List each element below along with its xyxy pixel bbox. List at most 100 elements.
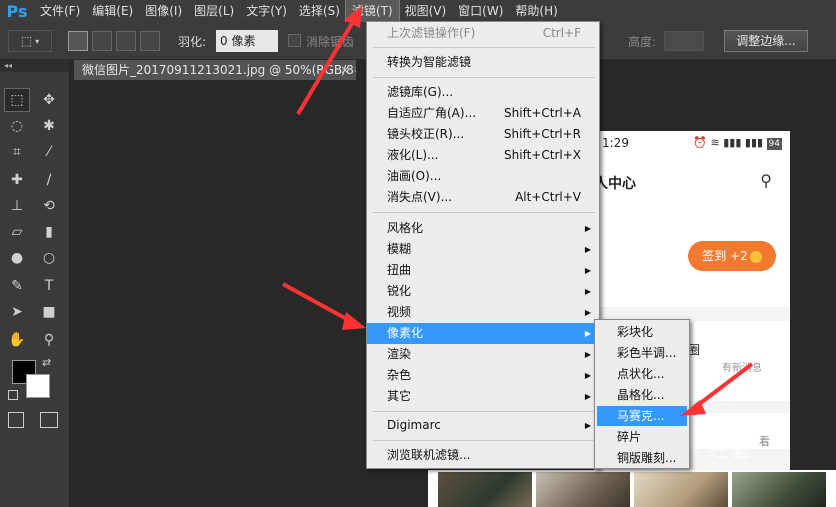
tool-preset-picker[interactable]: ⬚ ▾ [8,30,52,52]
menu-item-pixelate[interactable]: 像素化 ▶ [367,323,599,344]
menu-item-liquify[interactable]: 液化(L)... Shift+Ctrl+X [367,145,599,166]
submenu-arrow-icon: ▶ [584,371,591,380]
toolbox-collapse[interactable]: ◂◂ [0,60,69,72]
zoom-tool-icon[interactable]: ⚲ [36,328,62,352]
submenu-item-crystallize-block[interactable]: 彩块化 [597,322,687,342]
menu-item-vanishing-point[interactable]: 消失点(V)... Alt+Ctrl+V [367,187,599,208]
submenu-item-crystallize[interactable]: 晶格化... [597,385,687,405]
type-tool-icon[interactable]: T [36,274,62,298]
marquee-icon: ⬚ [20,34,33,48]
lasso-tool-icon[interactable]: ◌ [4,114,30,138]
hand-tool-icon[interactable]: ✋ [4,328,30,352]
photoshop-logo: Ps [6,1,28,21]
menu-item-last-filter[interactable]: 上次滤镜操作(F) Ctrl+F [367,23,599,44]
submenu-arrow-icon: ▶ [584,329,591,338]
menu-edit[interactable]: 编辑(E) [86,0,139,22]
gradient-tool-icon[interactable]: ▮ [36,220,62,244]
menu-item-browse-online-filters[interactable]: 浏览联机滤镜... [367,445,599,466]
photo-thumbnail [536,472,630,507]
chevron-down-icon: ▾ [35,36,40,46]
history-brush-tool-icon[interactable]: ⟲ [36,194,62,218]
antialias-checkbox[interactable] [288,34,301,47]
submenu-item-mosaic[interactable]: 马赛克... [597,406,687,426]
feather-label: 羽化: [178,35,207,49]
menu-item-blur[interactable]: 模糊 ▶ [367,239,599,260]
phone-more-label: 看 [759,435,770,448]
brush-tool-icon[interactable]: ∕ [36,168,62,192]
photo-strip [428,470,836,507]
menu-select[interactable]: 选择(S) [293,0,346,22]
menu-item-adaptive-wide-angle[interactable]: 自适应广角(A)... Shift+Ctrl+A [367,103,599,124]
search-icon: ⚲ [760,171,772,190]
menu-filter[interactable]: 滤镜(T) [344,0,400,23]
add-to-selection-button[interactable] [92,31,112,51]
pen-tool-icon[interactable]: ✎ [4,274,30,298]
dodge-tool-icon[interactable]: ○ [36,246,62,270]
subtract-selection-button[interactable] [116,31,136,51]
menu-item-distort[interactable]: 扭曲 ▶ [367,260,599,281]
menu-item-digimarc[interactable]: Digimarc ▶ [367,415,599,436]
submenu-arrow-icon: ▶ [584,287,591,296]
menu-image[interactable]: 图像(I) [139,0,188,22]
submenu-item-fragment[interactable]: 碎片 [597,427,687,447]
quick-mask-icon[interactable] [8,412,24,428]
new-selection-button[interactable] [68,31,88,51]
photo-thumbnail [438,472,532,507]
menu-bar: Ps 文件(F) 编辑(E) 图像(I) 图层(L) 文字(Y) 选择(S) 滤… [0,0,836,23]
background-color-swatch[interactable] [26,374,50,398]
menu-item-stylize[interactable]: 风格化 ▶ [367,218,599,239]
feather-input[interactable]: 0 像素 [216,30,278,52]
height-input[interactable] [664,31,704,51]
screen-mode-icon[interactable] [40,412,58,428]
default-colors-icon[interactable] [8,390,18,400]
coin-icon [749,250,762,263]
marquee-tool-icon[interactable]: ⬚ [4,88,30,112]
menu-item-convert-smart-filter[interactable]: 转换为智能滤镜 [367,52,599,73]
submenu-arrow-icon: ▶ [584,224,591,233]
submenu-item-pointillize[interactable]: 点状化... [597,364,687,384]
menu-type[interactable]: 文字(Y) [240,0,293,22]
eyedropper-tool-icon[interactable]: ⁄ [36,140,62,164]
blur-tool-icon[interactable]: ● [4,246,30,270]
menu-item-render[interactable]: 渲染 ▶ [367,344,599,365]
menu-file[interactable]: 文件(F) [34,0,86,22]
menu-item-oil-paint[interactable]: 油画(O)... [367,166,599,187]
menu-item-other[interactable]: 其它 ▶ [367,386,599,407]
document-tab[interactable]: 微信图片_20170911213021.jpg @ 50%(RGB/8#) × [74,60,356,80]
submenu-arrow-icon: ▶ [584,245,591,254]
clone-stamp-tool-icon[interactable]: ⊥ [4,194,30,218]
submenu-item-mezzotint[interactable]: 铜版雕刻... [597,448,687,468]
menu-item-filter-gallery[interactable]: 滤镜库(G)... [367,82,599,103]
photo-thumbnail [634,472,728,507]
menu-item-video[interactable]: 视频 ▶ [367,302,599,323]
phone-page-title: 人中心 [594,176,636,192]
filter-menu: 上次滤镜操作(F) Ctrl+F 转换为智能滤镜 滤镜库(G)... 自适应广角(… [366,21,600,469]
menu-help[interactable]: 帮助(H) [509,0,563,22]
menu-view[interactable]: 视图(V) [399,0,453,22]
menu-window[interactable]: 窗口(W) [452,0,509,22]
submenu-arrow-icon: ▶ [584,308,591,317]
antialias-label: 消除锯齿 [306,35,355,49]
magic-wand-tool-icon[interactable]: ✱ [36,114,62,138]
phone-time: 1:29 [602,136,629,150]
document-title: 微信图片_20170911213021.jpg @ 50%(RGB/8#) [82,63,356,77]
swap-colors-icon[interactable]: ⇄ [42,356,51,369]
submenu-arrow-icon: ▶ [584,421,591,430]
intersect-selection-button[interactable] [140,31,160,51]
refine-edge-button[interactable]: 调整边缘... [724,30,808,52]
move-tool-icon[interactable]: ✥ [36,88,62,112]
submenu-item-color-halftone[interactable]: 彩色半调... [597,343,687,363]
menu-item-lens-correction[interactable]: 镜头校正(R)... Shift+Ctrl+R [367,124,599,145]
toolbox: ◂◂ ⬚ ✥ ◌ ✱ ⌗ ⁄ ✚ ∕ ⊥ ⟲ ▱ ▮ ● ○ ✎ T ➤ ■ ✋… [0,60,70,507]
menu-layer[interactable]: 图层(L) [188,0,240,22]
eraser-tool-icon[interactable]: ▱ [4,220,30,244]
rectangle-tool-icon[interactable]: ■ [36,300,62,324]
signin-label: 签到 +2 [702,249,748,263]
menu-item-sharpen[interactable]: 锐化 ▶ [367,281,599,302]
menu-item-noise[interactable]: 杂色 ▶ [367,365,599,386]
close-icon[interactable]: × [340,60,350,80]
crop-tool-icon[interactable]: ⌗ [4,140,30,164]
path-selection-tool-icon[interactable]: ➤ [4,300,30,324]
signin-button: 签到 +2 [688,241,776,271]
healing-brush-tool-icon[interactable]: ✚ [4,168,30,192]
